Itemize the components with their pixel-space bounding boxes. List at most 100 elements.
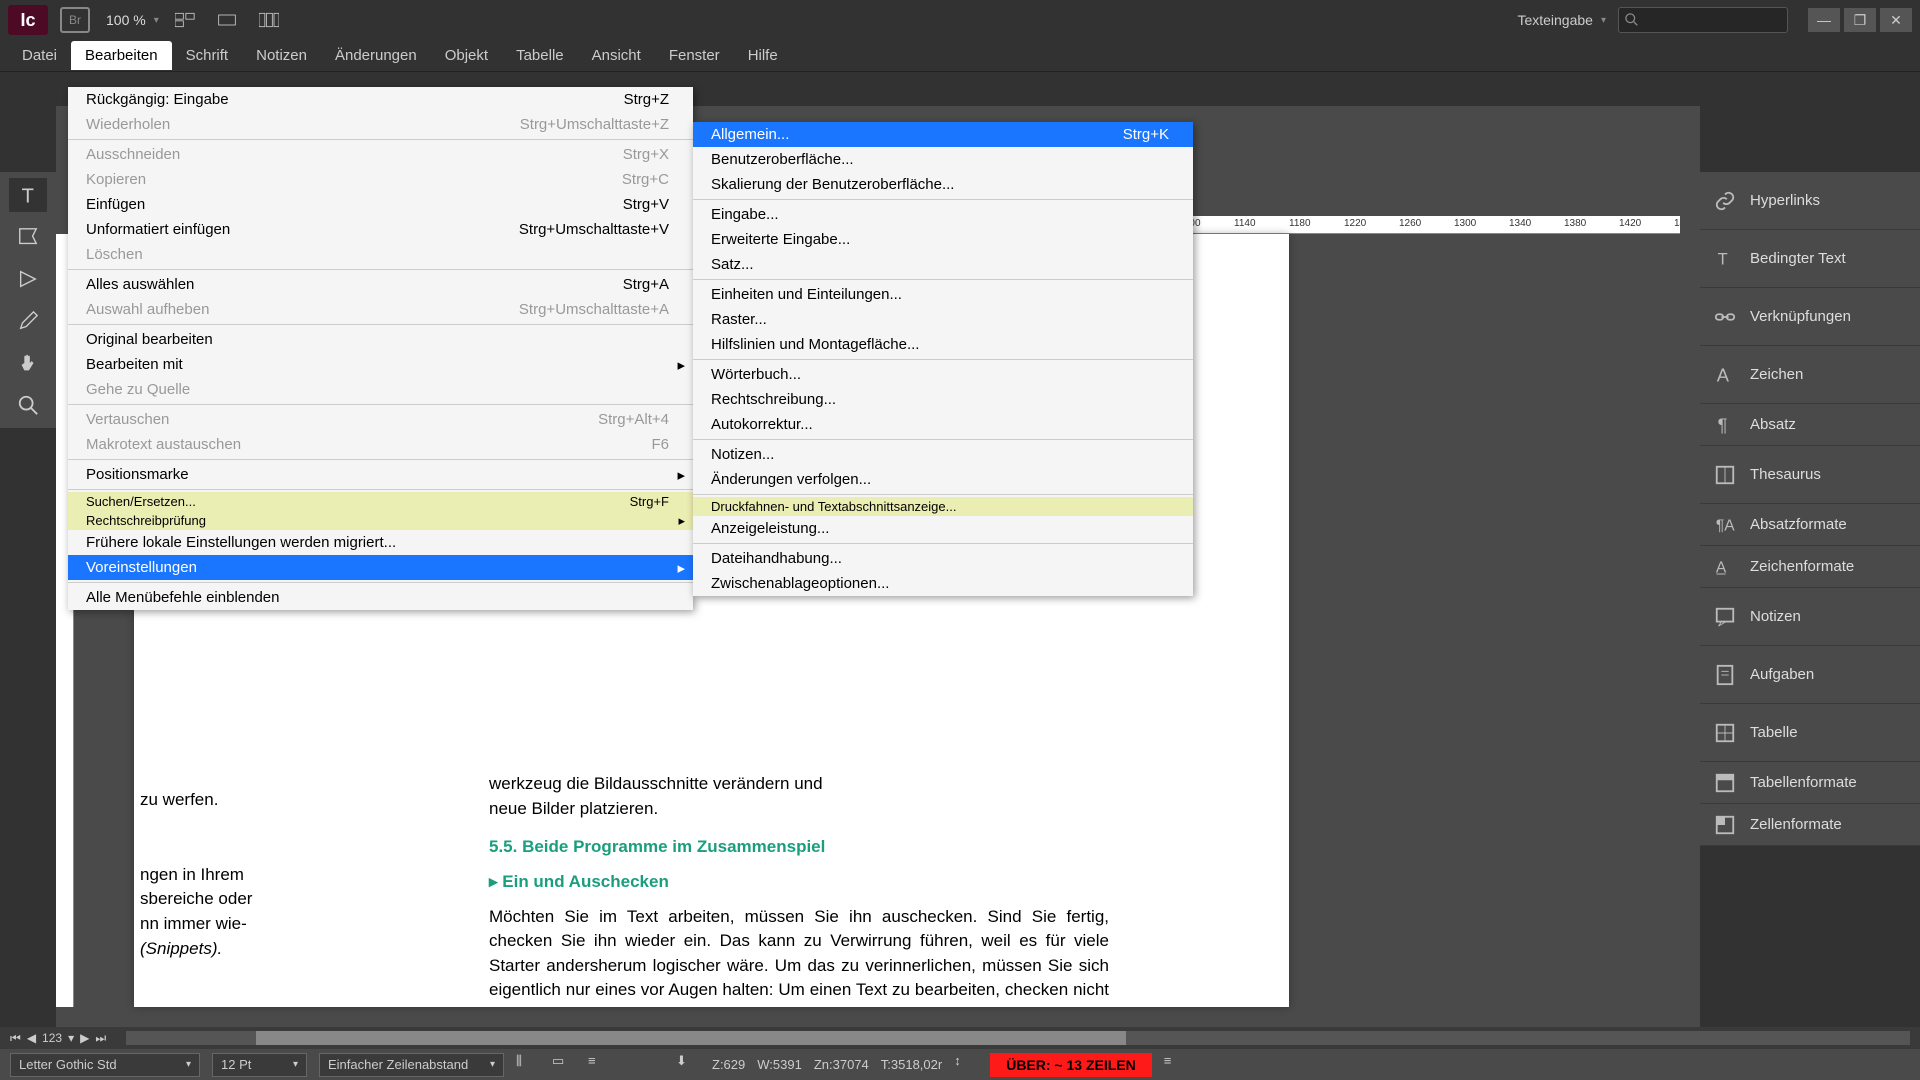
close-button[interactable]: ✕ [1880, 8, 1912, 32]
note-tool[interactable] [9, 220, 47, 254]
prev-page-button[interactable]: ◀ [27, 1031, 36, 1045]
menu-fenster[interactable]: Fenster [655, 41, 734, 70]
menu-bearbeiten[interactable]: Bearbeiten [71, 41, 172, 70]
document-text[interactable]: werkzeug die Bildausschnitte verändern u… [489, 772, 1109, 1007]
page-navigator[interactable]: ⏮ ◀ 123 ▾ ▶ ⏭ [0, 1031, 116, 1046]
assign-icon [1714, 664, 1736, 686]
pref-ui[interactable]: Benutzeroberfläche... [693, 147, 1193, 172]
menu-aenderungen[interactable]: Änderungen [321, 41, 431, 70]
pref-spell[interactable]: Rechtschreibung... [693, 387, 1193, 412]
svg-text:A: A [1717, 364, 1730, 385]
paragraph-style-select[interactable]: Einfacher Zeilenabstand [319, 1053, 504, 1077]
pref-guides[interactable]: Hilfslinien und Montagefläche... [693, 332, 1193, 357]
menu-hilfe[interactable]: Hilfe [734, 41, 792, 70]
columns-icon[interactable]: ⫼ [516, 1053, 540, 1077]
menu-datei[interactable]: Datei [8, 41, 71, 70]
bridge-icon[interactable]: Br [60, 7, 90, 33]
menu-macrotext: Makrotext austauschenF6 [68, 432, 693, 457]
info-icon[interactable]: ⬇ [676, 1053, 700, 1077]
maximize-button[interactable]: ❐ [1844, 8, 1876, 32]
w-coord: W:5391 [757, 1057, 802, 1072]
panel-table-styles[interactable]: Tabellenformate [1700, 762, 1920, 804]
tool-panel: T [0, 172, 56, 428]
pref-notes[interactable]: Notizen... [693, 442, 1193, 467]
menu-ansicht[interactable]: Ansicht [578, 41, 655, 70]
pref-composition[interactable]: Satz... [693, 252, 1193, 277]
menu-migrate[interactable]: Frühere lokale Einstellungen werden migr… [68, 530, 693, 555]
text-fragment: zu werfen. ngen in Ihrem sbereiche oder … [140, 788, 252, 961]
pref-filehandling[interactable]: Dateihandhabung... [693, 546, 1193, 571]
more-icon[interactable]: ≡ [1164, 1053, 1188, 1077]
menu-preferences[interactable]: Voreinstellungen▸ [68, 555, 693, 580]
menu-show-all[interactable]: Alle Menübefehle einblenden [68, 585, 693, 610]
position-tool[interactable] [9, 262, 47, 296]
search-input[interactable] [1618, 7, 1788, 33]
pref-input[interactable]: Eingabe... [693, 202, 1193, 227]
zn-coord: Zn:37074 [814, 1057, 869, 1072]
pref-autocorrect[interactable]: Autokorrektur... [693, 412, 1193, 437]
pref-general[interactable]: Allgemein...Strg+K [693, 122, 1193, 147]
align-icon[interactable]: ↕ [954, 1053, 978, 1077]
menu-objekt[interactable]: Objekt [431, 41, 502, 70]
menu-schrift[interactable]: Schrift [172, 41, 243, 70]
pref-display[interactable]: Anzeigeleistung... [693, 516, 1193, 541]
menu-paste-unformatted[interactable]: Unformatiert einfügenStrg+Umschalttaste+… [68, 217, 693, 242]
panel-dock: Hyperlinks TBedingter Text Verknüpfungen… [1700, 172, 1920, 846]
panel-table[interactable]: Tabelle [1700, 704, 1920, 762]
menu-spellcheck[interactable]: Rechtschreibprüfung▸ [68, 511, 693, 530]
arrange-icon[interactable] [253, 7, 285, 33]
menu-paste[interactable]: EinfügenStrg+V [68, 192, 693, 217]
menu-redo: WiederholenStrg+Umschalttaste+Z [68, 112, 693, 137]
panel-thesaurus[interactable]: Thesaurus [1700, 446, 1920, 504]
menu-copy: KopierenStrg+C [68, 167, 693, 192]
workspace-switcher[interactable]: Texteingabe [1517, 12, 1606, 28]
panel-paragraph-styles[interactable]: ¶AAbsatzformate [1700, 504, 1920, 546]
minimize-button[interactable]: — [1808, 8, 1840, 32]
svg-text:¶: ¶ [1718, 414, 1728, 435]
panel-conditional-text[interactable]: TBedingter Text [1700, 230, 1920, 288]
panel-paragraph[interactable]: ¶Absatz [1700, 404, 1920, 446]
edit-menu-dropdown: Rückgängig: EingabeStrg+Z WiederholenStr… [68, 87, 693, 610]
horizontal-scrollbar[interactable] [126, 1031, 1910, 1045]
panel-cell-styles[interactable]: Zellenformate [1700, 804, 1920, 846]
screen-mode-icon[interactable] [211, 7, 243, 33]
hand-tool[interactable] [9, 346, 47, 380]
page-input[interactable]: 123 [42, 1031, 62, 1045]
menu-notizen[interactable]: Notizen [242, 41, 321, 70]
pref-grid[interactable]: Raster... [693, 307, 1193, 332]
pref-units[interactable]: Einheiten und Einteilungen... [693, 282, 1193, 307]
pref-ui-scale[interactable]: Skalierung der Benutzeroberfläche... [693, 172, 1193, 197]
pref-clipboard[interactable]: Zwischenablageoptionen... [693, 571, 1193, 596]
font-size-select[interactable]: 12 Pt [212, 1053, 307, 1077]
text-flow-icon[interactable]: ▭ [552, 1053, 576, 1077]
pref-dictionary[interactable]: Wörterbuch... [693, 362, 1193, 387]
zoom-tool[interactable] [9, 388, 47, 422]
menu-position-mark[interactable]: Positionsmarke▸ [68, 462, 693, 487]
panel-character-styles[interactable]: A̲Zeichenformate [1700, 546, 1920, 588]
panel-character[interactable]: AZeichen [1700, 346, 1920, 404]
zoom-level[interactable]: 100 % [106, 12, 159, 28]
menu-edit-original[interactable]: Original bearbeiten [68, 327, 693, 352]
menu-tabelle[interactable]: Tabelle [502, 41, 578, 70]
panel-links[interactable]: Verknüpfungen [1700, 288, 1920, 346]
svg-text:T: T [22, 185, 34, 206]
menu-find-replace[interactable]: Suchen/Ersetzen...Strg+F [68, 492, 693, 511]
svg-text:¶A: ¶A [1716, 517, 1735, 534]
panel-notes[interactable]: Notizen [1700, 588, 1920, 646]
view-options-icon[interactable] [169, 7, 201, 33]
panel-assignments[interactable]: Aufgaben [1700, 646, 1920, 704]
menu-edit-with[interactable]: Bearbeiten mit▸ [68, 352, 693, 377]
eyedropper-tool[interactable] [9, 304, 47, 338]
panel-hyperlinks[interactable]: Hyperlinks [1700, 172, 1920, 230]
menu-select-all[interactable]: Alles auswählenStrg+A [68, 272, 693, 297]
pref-input-adv[interactable]: Erweiterte Eingabe... [693, 227, 1193, 252]
pref-track-changes[interactable]: Änderungen verfolgen... [693, 467, 1193, 492]
menu-icon[interactable]: ≡ [588, 1053, 612, 1077]
font-select[interactable]: Letter Gothic Std [10, 1053, 200, 1077]
next-page-button[interactable]: ▶ [80, 1031, 89, 1045]
menu-undo[interactable]: Rückgängig: EingabeStrg+Z [68, 87, 693, 112]
type-tool[interactable]: T [9, 178, 47, 212]
first-page-button[interactable]: ⏮ [10, 1031, 21, 1046]
pref-galley[interactable]: Druckfahnen- und Textabschnittsanzeige..… [693, 497, 1193, 516]
last-page-button[interactable]: ⏭ [95, 1031, 106, 1046]
